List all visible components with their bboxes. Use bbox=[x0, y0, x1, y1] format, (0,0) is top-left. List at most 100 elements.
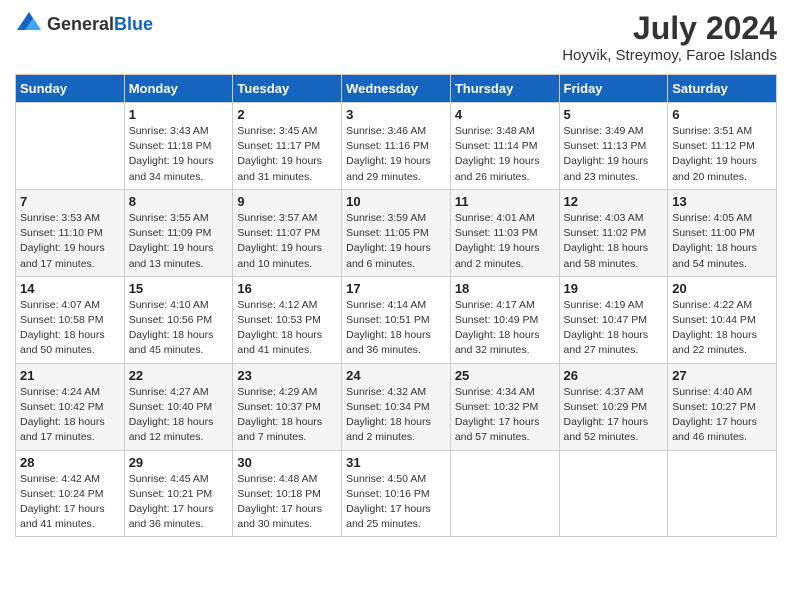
day-info: Sunrise: 4:34 AM Sunset: 10:32 PM Daylig… bbox=[455, 385, 555, 446]
day-info: Sunrise: 4:40 AM Sunset: 10:27 PM Daylig… bbox=[672, 385, 772, 446]
day-info: Sunrise: 4:17 AM Sunset: 10:49 PM Daylig… bbox=[455, 298, 555, 359]
day-number: 4 bbox=[455, 107, 555, 122]
month-title: July 2024 bbox=[562, 10, 777, 47]
calendar-cell: 15 Sunrise: 4:10 AM Sunset: 10:56 PM Dayl… bbox=[124, 276, 233, 363]
day-number: 28 bbox=[20, 455, 120, 470]
day-info: Sunrise: 4:03 AM Sunset: 11:02 PM Daylig… bbox=[564, 211, 664, 272]
calendar-cell: 16 Sunrise: 4:12 AM Sunset: 10:53 PM Dayl… bbox=[233, 276, 342, 363]
day-info: Sunrise: 4:50 AM Sunset: 10:16 PM Daylig… bbox=[346, 472, 446, 533]
calendar-week-row: 7 Sunrise: 3:53 AM Sunset: 11:10 PM Dayli… bbox=[16, 189, 777, 276]
day-number: 27 bbox=[672, 368, 772, 383]
day-number: 30 bbox=[237, 455, 337, 470]
day-number: 19 bbox=[564, 281, 664, 296]
day-info: Sunrise: 4:27 AM Sunset: 10:40 PM Daylig… bbox=[129, 385, 229, 446]
calendar-cell bbox=[668, 450, 777, 537]
day-info: Sunrise: 4:37 AM Sunset: 10:29 PM Daylig… bbox=[564, 385, 664, 446]
calendar-cell: 31 Sunrise: 4:50 AM Sunset: 10:16 PM Dayl… bbox=[342, 450, 451, 537]
calendar-cell: 9 Sunrise: 3:57 AM Sunset: 11:07 PM Dayli… bbox=[233, 189, 342, 276]
day-info: Sunrise: 4:01 AM Sunset: 11:03 PM Daylig… bbox=[455, 211, 555, 272]
calendar-cell: 22Sunrise: 4:27 AM Sunset: 10:40 PM Dayl… bbox=[124, 363, 233, 450]
logo-general: General bbox=[47, 14, 114, 34]
day-number: 24 bbox=[346, 368, 446, 383]
day-info: Sunrise: 4:24 AM Sunset: 10:42 PM Daylig… bbox=[20, 385, 120, 446]
weekday-header-monday: Monday bbox=[124, 75, 233, 103]
day-number: 3 bbox=[346, 107, 446, 122]
day-number: 1 bbox=[129, 107, 229, 122]
day-info: Sunrise: 4:05 AM Sunset: 11:00 PM Daylig… bbox=[672, 211, 772, 272]
calendar-cell: 19 Sunrise: 4:19 AM Sunset: 10:47 PM Dayl… bbox=[559, 276, 668, 363]
day-number: 23 bbox=[237, 368, 337, 383]
day-info: Sunrise: 4:45 AM Sunset: 10:21 PM Daylig… bbox=[129, 472, 229, 533]
calendar-cell: 8Sunrise: 3:55 AM Sunset: 11:09 PM Dayli… bbox=[124, 189, 233, 276]
day-info: Sunrise: 3:48 AM Sunset: 11:14 PM Daylig… bbox=[455, 124, 555, 185]
calendar-cell: 11 Sunrise: 4:01 AM Sunset: 11:03 PM Dayl… bbox=[450, 189, 559, 276]
day-number: 5 bbox=[564, 107, 664, 122]
day-info: Sunrise: 4:19 AM Sunset: 10:47 PM Daylig… bbox=[564, 298, 664, 359]
calendar-cell: 1 Sunrise: 3:43 AM Sunset: 11:18 PM Dayli… bbox=[124, 103, 233, 190]
calendar-table: SundayMondayTuesdayWednesdayThursdayFrid… bbox=[15, 74, 777, 537]
day-number: 6 bbox=[672, 107, 772, 122]
weekday-header-friday: Friday bbox=[559, 75, 668, 103]
calendar-cell: 28Sunrise: 4:42 AM Sunset: 10:24 PM Dayl… bbox=[16, 450, 125, 537]
day-number: 10 bbox=[346, 194, 446, 209]
calendar-cell: 6Sunrise: 3:51 AM Sunset: 11:12 PM Dayli… bbox=[668, 103, 777, 190]
day-number: 15 bbox=[129, 281, 229, 296]
calendar-cell: 12 Sunrise: 4:03 AM Sunset: 11:02 PM Dayl… bbox=[559, 189, 668, 276]
calendar-cell: 25 Sunrise: 4:34 AM Sunset: 10:32 PM Dayl… bbox=[450, 363, 559, 450]
calendar-cell: 17Sunrise: 4:14 AM Sunset: 10:51 PM Dayl… bbox=[342, 276, 451, 363]
weekday-header-saturday: Saturday bbox=[668, 75, 777, 103]
day-info: Sunrise: 3:55 AM Sunset: 11:09 PM Daylig… bbox=[129, 211, 229, 272]
calendar-week-row: 28Sunrise: 4:42 AM Sunset: 10:24 PM Dayl… bbox=[16, 450, 777, 537]
location-title: Hoyvik, Streymoy, Faroe Islands bbox=[562, 47, 777, 64]
day-info: Sunrise: 3:53 AM Sunset: 11:10 PM Daylig… bbox=[20, 211, 120, 272]
day-number: 13 bbox=[672, 194, 772, 209]
day-number: 25 bbox=[455, 368, 555, 383]
calendar-cell: 21 Sunrise: 4:24 AM Sunset: 10:42 PM Dayl… bbox=[16, 363, 125, 450]
calendar-cell: 29Sunrise: 4:45 AM Sunset: 10:21 PM Dayl… bbox=[124, 450, 233, 537]
day-number: 9 bbox=[237, 194, 337, 209]
day-number: 12 bbox=[564, 194, 664, 209]
calendar-cell: 30 Sunrise: 4:48 AM Sunset: 10:18 PM Dayl… bbox=[233, 450, 342, 537]
calendar-cell: 23Sunrise: 4:29 AM Sunset: 10:37 PM Dayl… bbox=[233, 363, 342, 450]
calendar-cell: 7 Sunrise: 3:53 AM Sunset: 11:10 PM Dayli… bbox=[16, 189, 125, 276]
day-info: Sunrise: 4:22 AM Sunset: 10:44 PM Daylig… bbox=[672, 298, 772, 359]
day-number: 18 bbox=[455, 281, 555, 296]
logo: GeneralBlue bbox=[15, 10, 153, 38]
calendar-week-row: 14Sunrise: 4:07 AM Sunset: 10:58 PM Dayl… bbox=[16, 276, 777, 363]
day-info: Sunrise: 3:45 AM Sunset: 11:17 PM Daylig… bbox=[237, 124, 337, 185]
day-number: 16 bbox=[237, 281, 337, 296]
calendar-cell: 5Sunrise: 3:49 AM Sunset: 11:13 PM Dayli… bbox=[559, 103, 668, 190]
day-number: 2 bbox=[237, 107, 337, 122]
weekday-header-row: SundayMondayTuesdayWednesdayThursdayFrid… bbox=[16, 75, 777, 103]
page-header: GeneralBlue July 2024 Hoyvik, Streymoy, … bbox=[15, 10, 777, 70]
calendar-cell bbox=[559, 450, 668, 537]
calendar-cell: 27 Sunrise: 4:40 AM Sunset: 10:27 PM Dayl… bbox=[668, 363, 777, 450]
calendar-cell: 13 Sunrise: 4:05 AM Sunset: 11:00 PM Dayl… bbox=[668, 189, 777, 276]
day-number: 7 bbox=[20, 194, 120, 209]
day-info: Sunrise: 4:12 AM Sunset: 10:53 PM Daylig… bbox=[237, 298, 337, 359]
title-block: July 2024 Hoyvik, Streymoy, Faroe Island… bbox=[562, 10, 777, 70]
calendar-cell bbox=[16, 103, 125, 190]
day-info: Sunrise: 4:32 AM Sunset: 10:34 PM Daylig… bbox=[346, 385, 446, 446]
logo-text: GeneralBlue bbox=[47, 14, 153, 35]
calendar-cell bbox=[450, 450, 559, 537]
day-number: 21 bbox=[20, 368, 120, 383]
calendar-cell: 2 Sunrise: 3:45 AM Sunset: 11:17 PM Dayli… bbox=[233, 103, 342, 190]
calendar-cell: 20 Sunrise: 4:22 AM Sunset: 10:44 PM Dayl… bbox=[668, 276, 777, 363]
weekday-header-thursday: Thursday bbox=[450, 75, 559, 103]
calendar-week-row: 21 Sunrise: 4:24 AM Sunset: 10:42 PM Dayl… bbox=[16, 363, 777, 450]
day-number: 26 bbox=[564, 368, 664, 383]
day-info: Sunrise: 3:59 AM Sunset: 11:05 PM Daylig… bbox=[346, 211, 446, 272]
day-number: 20 bbox=[672, 281, 772, 296]
day-number: 17 bbox=[346, 281, 446, 296]
calendar-cell: 18 Sunrise: 4:17 AM Sunset: 10:49 PM Dayl… bbox=[450, 276, 559, 363]
day-info: Sunrise: 4:10 AM Sunset: 10:56 PM Daylig… bbox=[129, 298, 229, 359]
day-info: Sunrise: 4:48 AM Sunset: 10:18 PM Daylig… bbox=[237, 472, 337, 533]
day-info: Sunrise: 3:57 AM Sunset: 11:07 PM Daylig… bbox=[237, 211, 337, 272]
day-number: 11 bbox=[455, 194, 555, 209]
day-info: Sunrise: 3:43 AM Sunset: 11:18 PM Daylig… bbox=[129, 124, 229, 185]
day-info: Sunrise: 3:46 AM Sunset: 11:16 PM Daylig… bbox=[346, 124, 446, 185]
day-number: 31 bbox=[346, 455, 446, 470]
calendar-cell: 26 Sunrise: 4:37 AM Sunset: 10:29 PM Dayl… bbox=[559, 363, 668, 450]
calendar-cell: 14Sunrise: 4:07 AM Sunset: 10:58 PM Dayl… bbox=[16, 276, 125, 363]
